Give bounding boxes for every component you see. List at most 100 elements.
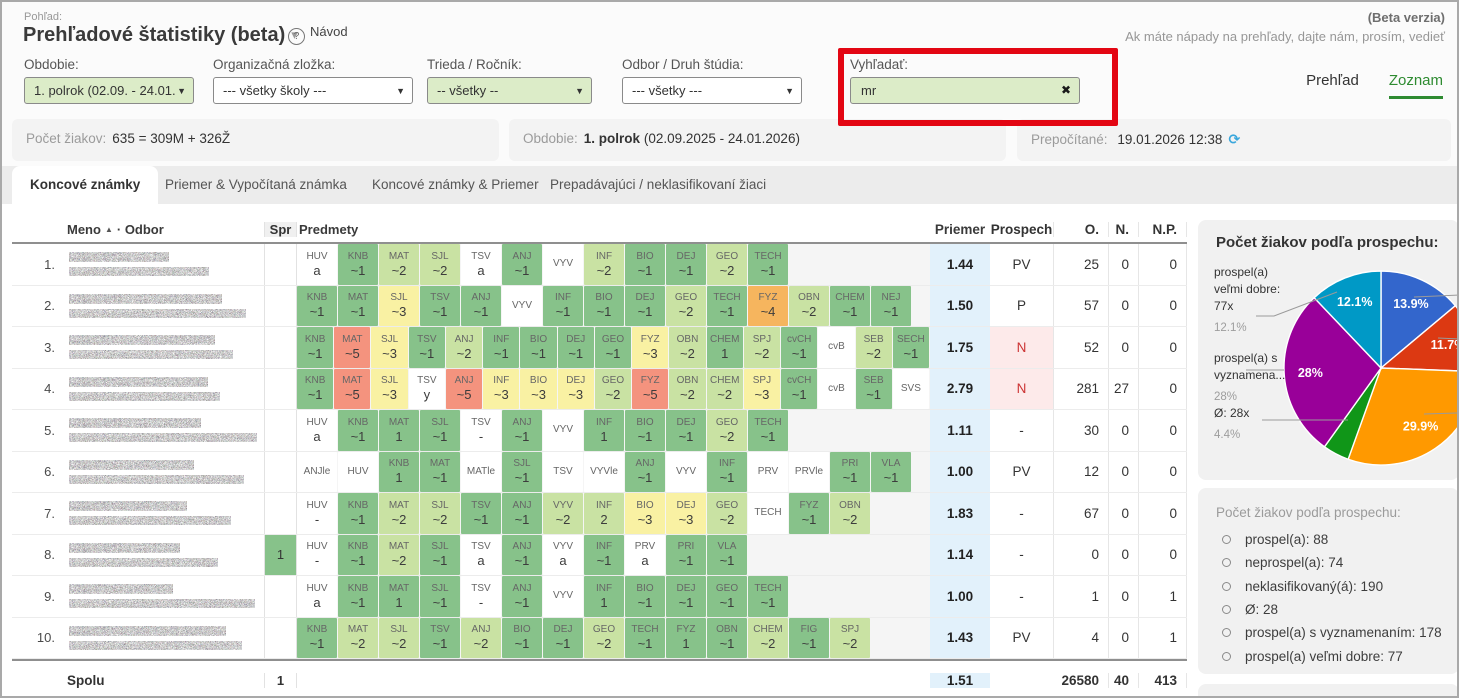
subject-grade-pill: CHEM1 bbox=[707, 327, 743, 368]
priemer-cell: 1.00 bbox=[930, 452, 990, 493]
subject-grade-pill: DEJ~1 bbox=[666, 244, 706, 285]
subject-grade-pill: MATle bbox=[461, 452, 501, 493]
pie-slice-percent-label: 12.1% bbox=[1337, 295, 1372, 309]
subject-grade-pill: FYZ~1 bbox=[789, 493, 829, 534]
subject-grade-pill: VLA~1 bbox=[707, 535, 747, 576]
row-number: 5. bbox=[12, 410, 64, 451]
student-name-anonymized[interactable] bbox=[64, 327, 264, 368]
footer-o: 26580 bbox=[1054, 673, 1109, 688]
select-arrow-icon: ▼ bbox=[575, 78, 584, 104]
subject-grade-pill: GEO~2 bbox=[666, 286, 706, 327]
tab-koncove-priemer[interactable]: Koncové známky & Priemer bbox=[354, 166, 557, 204]
o-cell: 4 bbox=[1054, 618, 1109, 659]
app-window: Pohľad: Prehľadové štatistiky (beta)▾ ?N… bbox=[0, 0, 1459, 698]
subject-grade-pill: KNB~1 bbox=[338, 576, 378, 617]
summary-list-item: prospel(a) veľmi dobre: 77 bbox=[1216, 644, 1451, 667]
row-number: 7. bbox=[12, 493, 64, 534]
subject-grade-pill: cvB bbox=[818, 327, 854, 368]
tab-prepadavajuci[interactable]: Prepadávajúci / neklasifikovaní žiaci bbox=[532, 166, 784, 204]
subject-grade-pill: SJL~2 bbox=[420, 493, 460, 534]
subject-grade-pill: BIO~1 bbox=[625, 244, 665, 285]
refresh-icon[interactable]: ⟳ bbox=[1228, 131, 1240, 147]
obdobie-select[interactable]: 1. polrok (02.09. - 24.01.▼ bbox=[24, 77, 194, 104]
column-header-n[interactable]: N. bbox=[1109, 222, 1139, 237]
np-cell: 0 bbox=[1139, 244, 1187, 285]
priemer-cell: 1.50 bbox=[930, 286, 990, 327]
subject-grade-pill: SEB~1 bbox=[856, 369, 892, 410]
subject-grade-pill: MAT~5 bbox=[334, 327, 370, 368]
student-name-anonymized[interactable] bbox=[64, 286, 264, 327]
column-header-spr[interactable]: Spr bbox=[264, 222, 297, 237]
np-cell: 0 bbox=[1139, 410, 1187, 451]
student-name-anonymized[interactable] bbox=[64, 618, 264, 659]
subject-grade-pill: HUV bbox=[338, 452, 378, 493]
search-input[interactable] bbox=[851, 78, 1057, 103]
subject-grade-pill: CHEM~2 bbox=[707, 369, 743, 410]
student-name-anonymized[interactable] bbox=[64, 576, 264, 617]
bullet-icon bbox=[1222, 628, 1231, 637]
subject-grade-pill: MAT~2 bbox=[379, 535, 419, 576]
student-name-anonymized[interactable] bbox=[64, 493, 264, 534]
trieda-select[interactable]: -- všetky --▼ bbox=[427, 77, 592, 104]
clear-search-icon[interactable]: ✖ bbox=[1061, 83, 1071, 98]
subject-grade-pill: MAT~5 bbox=[334, 369, 370, 410]
column-header-priemer[interactable]: Priemer bbox=[930, 222, 990, 237]
subject-grade-pill: ANJ~1 bbox=[502, 493, 542, 534]
n-cell: 27 bbox=[1109, 369, 1139, 410]
tab-koncove-znamky[interactable]: Koncové známky bbox=[12, 166, 158, 204]
priemer-cell: 1.75 bbox=[930, 327, 990, 368]
org-select[interactable]: --- všetky školy ---▼ bbox=[213, 77, 413, 104]
subject-grade-pill: GEO~2 bbox=[707, 410, 747, 451]
n-cell: 0 bbox=[1109, 286, 1139, 327]
summary-list-title: Počet žiakov podľa prospechu: bbox=[1216, 505, 1401, 520]
pie-external-label: prospel(a) svyznamena...28% bbox=[1214, 350, 1285, 406]
subject-grade-pill: PRVa bbox=[625, 535, 665, 576]
column-header-meno-odbor[interactable]: Meno▲· Odbor bbox=[64, 222, 264, 237]
subject-grade-pill: SVS bbox=[893, 369, 929, 410]
column-header-np[interactable]: N.P. bbox=[1139, 222, 1187, 237]
page-title-dropdown[interactable]: Prehľadové štatistiky (beta)▾ bbox=[23, 24, 298, 47]
subject-grade-pill: VYV bbox=[543, 244, 583, 285]
subject-grade-pill: OBN~2 bbox=[789, 286, 829, 327]
filter-label-odbor: Odbor / Druh štúdia: bbox=[622, 57, 744, 72]
spr-cell bbox=[264, 618, 297, 659]
subjects-cell: HUV-KNB~1MAT~2SJL~1TSVaANJ~1VYVaINF~1PRV… bbox=[297, 535, 930, 576]
odbor-select[interactable]: --- všetky ---▼ bbox=[622, 77, 802, 104]
spr-cell bbox=[264, 410, 297, 451]
student-name-anonymized[interactable] bbox=[64, 535, 264, 576]
row-number: 4. bbox=[12, 369, 64, 410]
table-row: 4. KNB~1MAT~5SJL~3TSVyANJ~5INF~3BIO~3DEJ… bbox=[12, 369, 1187, 411]
tab-priemer-vypocitana[interactable]: Priemer & Vypočítaná známka bbox=[147, 166, 365, 204]
subject-grade-pill: DEJ~3 bbox=[666, 493, 706, 534]
student-name-anonymized[interactable] bbox=[64, 410, 264, 451]
help-link[interactable]: ?Návod bbox=[288, 24, 348, 45]
prospech-cell: PV bbox=[990, 244, 1054, 285]
n-cell: 0 bbox=[1109, 618, 1139, 659]
column-header-prospech[interactable]: Prospech bbox=[990, 222, 1054, 237]
subject-grade-pill: BIO~1 bbox=[502, 618, 542, 659]
prospech-cell: PV bbox=[990, 618, 1054, 659]
subject-grade-pill: KNB~1 bbox=[338, 244, 378, 285]
np-cell: 0 bbox=[1139, 327, 1187, 368]
subjects-cell: HUV-KNB~1MAT~2SJL~2TSV~1ANJ~1VYV~2INF2BI… bbox=[297, 493, 930, 534]
table-row: 7. HUV-KNB~1MAT~2SJL~2TSV~1ANJ~1VYV~2INF… bbox=[12, 493, 1187, 535]
subject-grade-pill: CHEM~1 bbox=[830, 286, 870, 327]
student-name-anonymized[interactable] bbox=[64, 244, 264, 285]
table-row: 6. ANJleHUVKNB1MAT~1MATleSJL~1TSVVYVleAN… bbox=[12, 452, 1187, 494]
subject-grade-pill: cvB bbox=[818, 369, 854, 410]
column-header-o[interactable]: O. bbox=[1054, 222, 1109, 237]
subject-grade-pill: TSVa bbox=[461, 535, 501, 576]
select-arrow-icon: ▼ bbox=[785, 78, 794, 104]
subjects-cell: HUVaKNB~1MAT~2SJL~2TSVaANJ~1VYVINF~2BIO~… bbox=[297, 244, 930, 285]
spr-cell bbox=[264, 493, 297, 534]
view-prehlad-link[interactable]: Prehľad bbox=[1306, 72, 1359, 89]
footer-spr: 1 bbox=[264, 673, 297, 688]
student-name-anonymized[interactable] bbox=[64, 369, 264, 410]
o-cell: 57 bbox=[1054, 286, 1109, 327]
subject-grade-pill: INF~2 bbox=[584, 244, 624, 285]
np-cell: 0 bbox=[1139, 369, 1187, 410]
tab-strip: Koncové známky Priemer & Vypočítaná znám… bbox=[2, 166, 1457, 204]
view-zoznam-link-active[interactable]: Zoznam bbox=[1389, 72, 1443, 99]
student-name-anonymized[interactable] bbox=[64, 452, 264, 493]
subject-grade-pill: SJL~3 bbox=[371, 369, 407, 410]
